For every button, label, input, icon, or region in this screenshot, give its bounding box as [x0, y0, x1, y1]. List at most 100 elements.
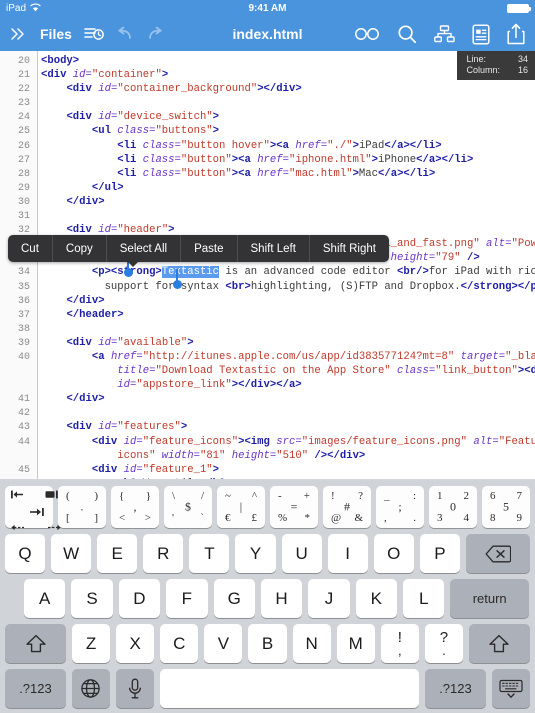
- key-j[interactable]: J: [308, 579, 350, 618]
- digits-0-4-key[interactable]: 1 203 4: [429, 486, 477, 528]
- numbers-key-right[interactable]: .?123: [425, 669, 486, 708]
- keyboard-row-2[interactable]: A S D F G H J K Lreturn: [2, 576, 533, 621]
- microphone-dictation-icon[interactable]: [116, 669, 155, 708]
- backspace-delete-icon[interactable]: [465, 534, 531, 573]
- keyboard-row-4[interactable]: .?123 .?123: [2, 666, 533, 710]
- line-number: 26: [17, 140, 30, 152]
- shift-arrow-icon-right[interactable]: [468, 624, 530, 663]
- glasses-preview-icon[interactable]: [354, 27, 380, 41]
- key-n[interactable]: N: [292, 624, 331, 663]
- key-z[interactable]: Z: [72, 624, 111, 663]
- key-k[interactable]: K: [355, 579, 397, 618]
- selection-handle-end[interactable]: [173, 269, 182, 289]
- onscreen-keyboard[interactable]: (). [] {}, < > \ / $ ' ` ~ ^ | € £ - + =% *!? # @ & _:;,. 1 2 0 3 4…: [0, 481, 535, 713]
- key-h[interactable]: H: [260, 579, 303, 618]
- code-editor[interactable]: 20 <body> 21 <div id="container"> 22 <div id…: [0, 51, 535, 479]
- return-key[interactable]: return: [450, 579, 529, 618]
- key-punct-1[interactable]: !,: [380, 624, 419, 663]
- code-token: </div>: [66, 294, 105, 307]
- code-token: <a: [91, 350, 111, 363]
- line-number: 39: [17, 337, 30, 349]
- numbers-key-left[interactable]: .?123: [5, 669, 66, 708]
- code-text-area[interactable]: 20 <body> 21 <div id="container"> 22 <div id…: [0, 51, 535, 479]
- symbol-tree-icon[interactable]: [434, 25, 455, 43]
- accessory-glyph: }: [145, 490, 151, 502]
- code-token: "features": [117, 421, 181, 434]
- code-token: Mac: [358, 167, 378, 180]
- brace-angle-key[interactable]: {}, < >: [111, 486, 159, 528]
- separator-key[interactable]: _:;,.: [376, 486, 424, 528]
- key-a[interactable]: A: [24, 579, 66, 618]
- key-b[interactable]: B: [248, 624, 287, 663]
- tilde-caret-key[interactable]: ~ ^ | € £: [217, 486, 265, 528]
- paren-bracket-key[interactable]: (). []: [58, 486, 106, 528]
- keyboard-row-1[interactable]: QWERTYUIOP: [2, 531, 533, 576]
- accessory-glyph: &: [354, 512, 363, 524]
- undo-arrow-icon[interactable]: [116, 26, 134, 42]
- key-u[interactable]: U: [281, 534, 322, 573]
- key-w[interactable]: W: [51, 534, 92, 573]
- key-f[interactable]: F: [166, 579, 208, 618]
- context-menu-item-shift-right[interactable]: Shift Right: [310, 235, 389, 262]
- code-token: </a></li>: [384, 139, 442, 152]
- code-line: 23: [0, 96, 535, 110]
- magnifier-search-icon[interactable]: [397, 24, 417, 44]
- key-q[interactable]: Q: [4, 534, 46, 573]
- context-menu-item-shift-left[interactable]: Shift Left: [238, 235, 310, 262]
- code-token: "iphone.html": [288, 153, 372, 166]
- code-token: iPhone: [378, 153, 417, 166]
- tab-navigation-key[interactable]: [5, 486, 61, 531]
- key-l[interactable]: L: [403, 579, 445, 618]
- key-t[interactable]: T: [189, 534, 230, 573]
- key-g[interactable]: G: [213, 579, 255, 618]
- key-c[interactable]: C: [160, 624, 199, 663]
- key-d[interactable]: D: [118, 579, 161, 618]
- recent-documents-icon[interactable]: [84, 26, 104, 42]
- context-menu-item-cut[interactable]: Cut: [8, 235, 53, 262]
- line-number: 30: [17, 196, 30, 208]
- code-token: class=: [142, 153, 181, 166]
- key-p[interactable]: P: [419, 534, 460, 573]
- key-s[interactable]: S: [71, 579, 113, 618]
- shift-arrow-icon-left[interactable]: [5, 624, 66, 663]
- key-v[interactable]: V: [204, 624, 243, 663]
- line-number: 22: [17, 84, 30, 96]
- math-operator-key[interactable]: - + =% *: [270, 486, 318, 528]
- key-y[interactable]: Y: [235, 534, 276, 573]
- document-panel-icon[interactable]: [472, 23, 490, 45]
- accessory-glyph: $: [185, 499, 191, 514]
- code-token: support for syntax: [41, 280, 226, 293]
- code-token: is an advanced code editor: [219, 266, 398, 279]
- share-export-icon[interactable]: [507, 23, 525, 45]
- selection-handle-start[interactable]: [124, 258, 133, 277]
- key-i[interactable]: I: [327, 534, 368, 573]
- key-e[interactable]: E: [97, 534, 138, 573]
- context-menu-item-select-all[interactable]: Select All: [107, 235, 182, 262]
- globe-language-icon[interactable]: [71, 669, 110, 708]
- code-line: 21 <div id="container">: [0, 68, 535, 82]
- slash-dollar-key[interactable]: \ / $ ' `: [164, 486, 212, 528]
- key-m[interactable]: M: [336, 624, 375, 663]
- key-r[interactable]: R: [143, 534, 184, 573]
- edit-context-menu[interactable]: Cut Copy Select All Paste Shift Left Shift Ri…: [8, 235, 389, 262]
- key-x[interactable]: X: [116, 624, 155, 663]
- context-menu-item-paste[interactable]: Paste: [181, 235, 238, 262]
- key-o[interactable]: O: [373, 534, 414, 573]
- key-punct-2[interactable]: ?.: [424, 624, 463, 663]
- code-line: 20 <body>: [0, 54, 535, 68]
- code-line: icons" width="81" height="510" /></div>: [0, 449, 535, 463]
- hide-keyboard-icon[interactable]: [491, 669, 530, 708]
- keyboard-accessory-row[interactable]: (). [] {}, < > \ / $ ' ` ~ ^ | € £ - + =% *!? # @ & _:;,. 1 2 0 3 4…: [2, 484, 533, 531]
- double-chevron-right-icon[interactable]: [10, 26, 28, 42]
- space-key[interactable]: [160, 669, 419, 708]
- punctuation-key[interactable]: !? # @ &: [323, 486, 371, 528]
- redo-arrow-icon[interactable]: [146, 26, 164, 42]
- context-menu-item-copy[interactable]: Copy: [53, 235, 107, 262]
- digits-5-9-key[interactable]: 6 758 9: [482, 486, 530, 528]
- files-button[interactable]: Files: [40, 26, 72, 42]
- code-line: 44 <div id="feature_icons"><img src="ima…: [0, 435, 535, 449]
- accessory-glyph: |: [239, 499, 243, 514]
- column-value: 16: [517, 65, 528, 75]
- code-token: </ul>: [91, 181, 124, 194]
- keyboard-row-3[interactable]: Z X C V B N M!,?.: [2, 621, 533, 666]
